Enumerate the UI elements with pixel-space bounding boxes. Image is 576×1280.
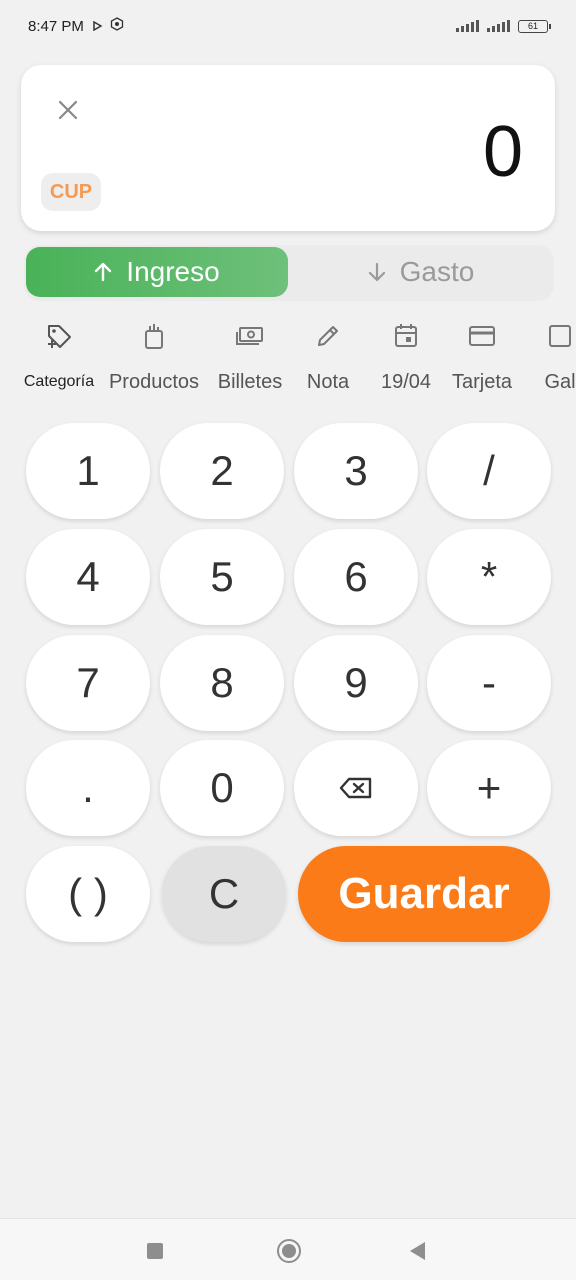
key-5[interactable]: 5 bbox=[160, 529, 284, 625]
battery-icon: 61 bbox=[518, 19, 551, 33]
tab-ingreso[interactable]: Ingreso bbox=[26, 247, 288, 297]
key-9[interactable]: 9 bbox=[294, 635, 418, 731]
key-minus[interactable]: - bbox=[427, 635, 551, 731]
signal-icon-2 bbox=[487, 20, 510, 32]
tool-galeria-label: Gal bbox=[544, 371, 576, 393]
tool-galeria[interactable]: Gal bbox=[510, 315, 576, 405]
recents-icon[interactable] bbox=[147, 1243, 163, 1259]
key-parentheses[interactable]: ( ) bbox=[26, 846, 150, 942]
play-icon bbox=[92, 18, 103, 35]
key-clear[interactable]: C bbox=[162, 846, 286, 942]
close-button[interactable] bbox=[51, 93, 85, 127]
back-icon[interactable] bbox=[410, 1242, 425, 1260]
tab-ingreso-label: Ingreso bbox=[126, 256, 220, 287]
key-3[interactable]: 3 bbox=[294, 423, 418, 519]
tag-plus-icon bbox=[44, 321, 74, 351]
amount-display: 0 bbox=[482, 112, 523, 192]
gallery-icon bbox=[545, 321, 575, 351]
backspace-icon bbox=[339, 777, 372, 799]
pencil-icon bbox=[313, 321, 343, 351]
tab-gasto[interactable]: Gasto bbox=[290, 247, 552, 297]
tool-productos[interactable]: Productos bbox=[104, 315, 204, 405]
signal-icon bbox=[456, 20, 479, 32]
save-button[interactable]: Guardar bbox=[298, 846, 550, 942]
tool-categoria-label: Categoría bbox=[23, 373, 95, 390]
key-6[interactable]: 6 bbox=[294, 529, 418, 625]
key-divide[interactable]: / bbox=[427, 423, 551, 519]
app-notification-icon bbox=[110, 17, 124, 35]
tool-row: Categoría Productos Billetes Nota 19/04 … bbox=[0, 315, 576, 405]
key-4[interactable]: 4 bbox=[26, 529, 150, 625]
tool-productos-label: Productos bbox=[108, 371, 200, 393]
credit-card-icon bbox=[467, 321, 497, 351]
key-plus[interactable]: + bbox=[427, 740, 551, 836]
banknote-icon bbox=[235, 321, 265, 351]
tool-categoria[interactable]: Categoría bbox=[9, 315, 109, 405]
arrow-up-icon bbox=[95, 262, 112, 282]
close-icon bbox=[58, 100, 78, 120]
type-toggle: Ingreso Gasto bbox=[24, 245, 554, 301]
arrow-down-icon bbox=[368, 262, 385, 282]
key-2[interactable]: 2 bbox=[160, 423, 284, 519]
key-multiply[interactable]: * bbox=[427, 529, 551, 625]
tab-gasto-label: Gasto bbox=[399, 256, 475, 287]
grocery-bag-icon bbox=[139, 321, 169, 351]
key-8[interactable]: 8 bbox=[160, 635, 284, 731]
home-icon[interactable] bbox=[277, 1239, 301, 1263]
status-bar: 8:47 PM 61 bbox=[0, 0, 576, 52]
amount-card: 0 CUP bbox=[21, 65, 555, 231]
status-time: 8:47 PM bbox=[28, 17, 84, 35]
system-nav-bar bbox=[0, 1218, 576, 1280]
currency-badge[interactable]: CUP bbox=[41, 173, 101, 211]
calendar-icon bbox=[391, 321, 421, 351]
key-1[interactable]: 1 bbox=[26, 423, 150, 519]
key-7[interactable]: 7 bbox=[26, 635, 150, 731]
key-dot[interactable]: . bbox=[26, 740, 150, 836]
key-0[interactable]: 0 bbox=[160, 740, 284, 836]
key-backspace[interactable] bbox=[294, 740, 418, 836]
